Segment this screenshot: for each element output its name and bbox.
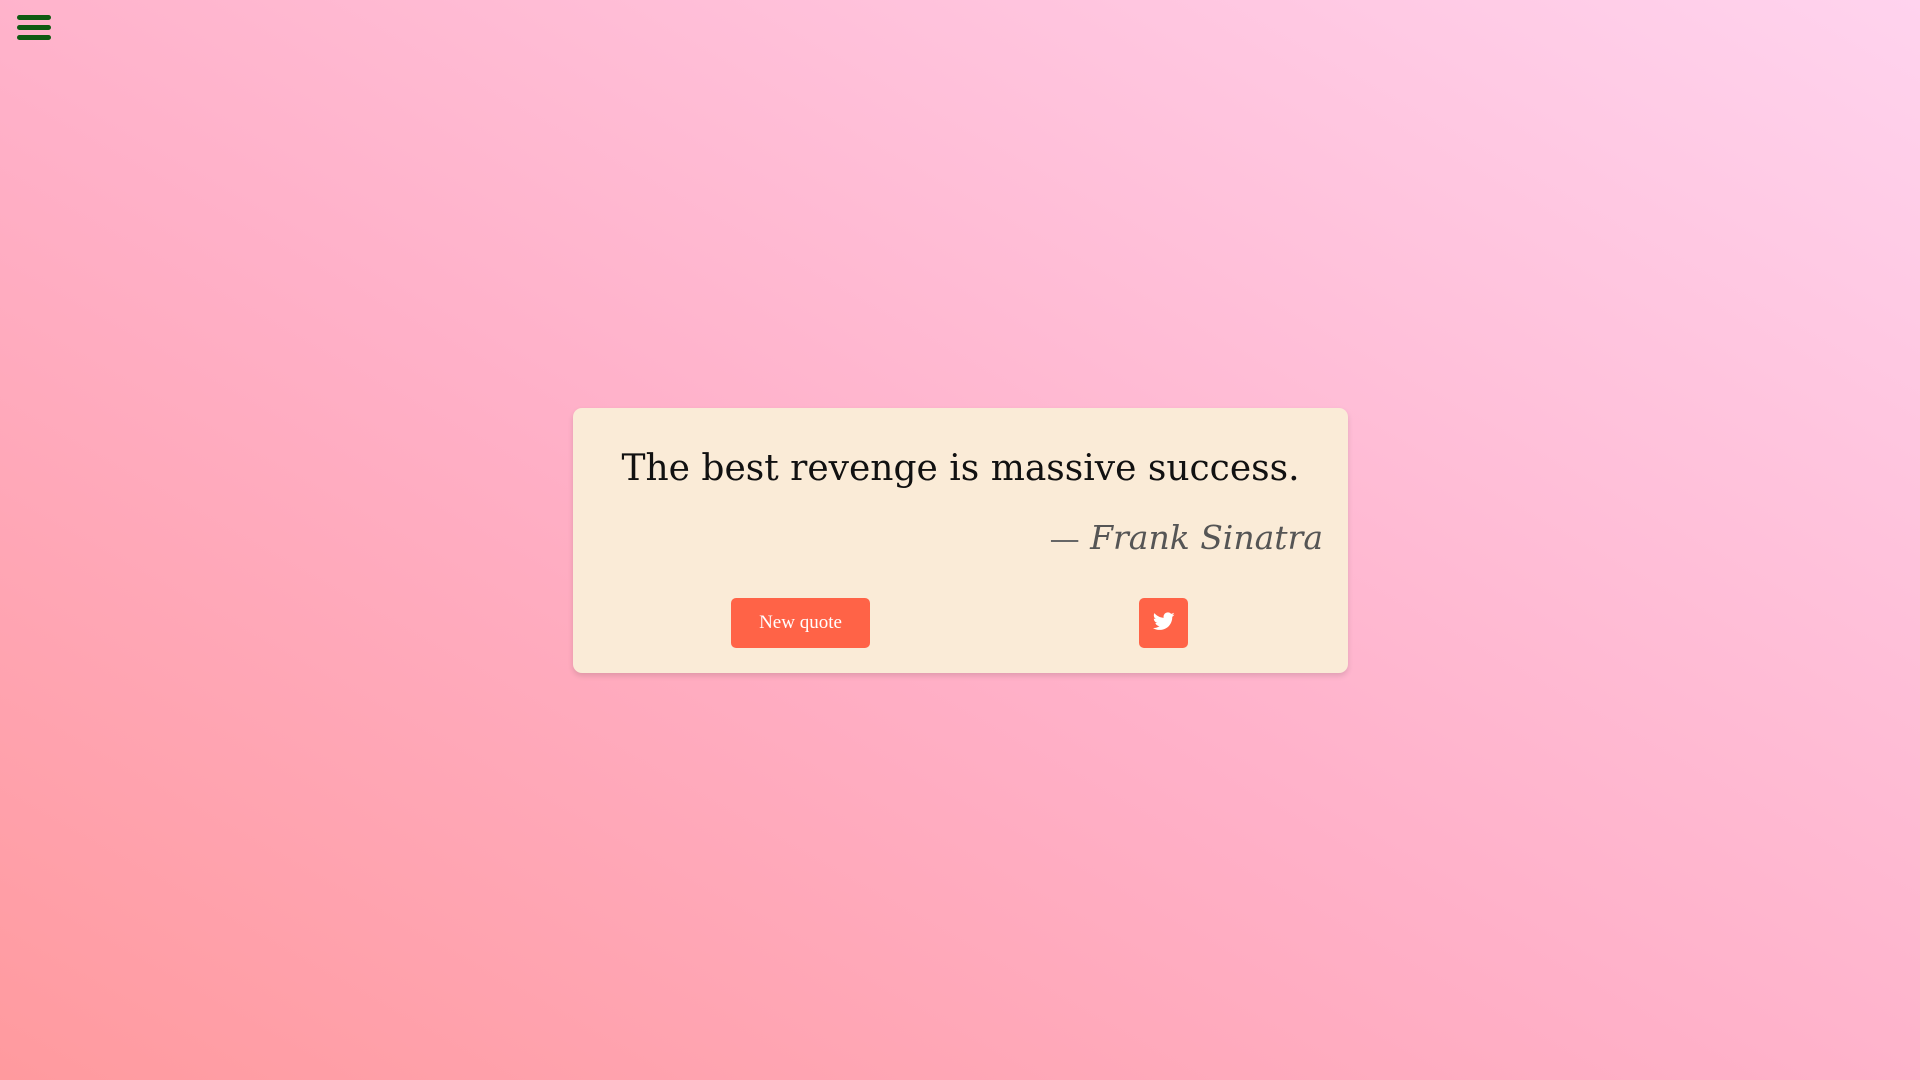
- menu-bar-top: [17, 15, 51, 20]
- author-name: Frank Sinatra: [1090, 518, 1323, 557]
- menu-button[interactable]: [17, 14, 52, 44]
- menu-bar-bottom: [17, 35, 51, 40]
- tweet-button[interactable]: [1139, 598, 1188, 648]
- author-dash: —: [1049, 522, 1080, 557]
- new-quote-button[interactable]: New quote: [731, 598, 870, 648]
- twitter-icon: [1152, 612, 1175, 634]
- quote-text: The best revenge is massive success.: [621, 448, 1300, 489]
- quote-author: — Frank Sinatra: [1050, 518, 1323, 557]
- quote-card: The best revenge is massive success. — F…: [573, 408, 1348, 673]
- menu-bar-middle: [17, 25, 51, 30]
